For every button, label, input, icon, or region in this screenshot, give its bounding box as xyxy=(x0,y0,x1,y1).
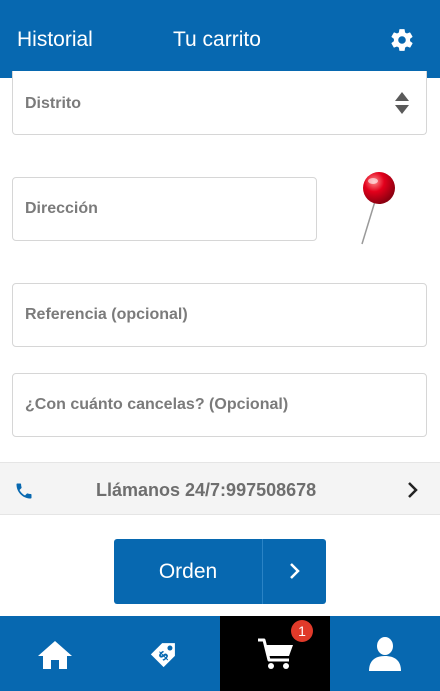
order-button-label: Orden xyxy=(158,560,218,583)
address-field[interactable]: Dirección xyxy=(12,177,317,241)
cash-amount-field[interactable]: ¿Con cuánto cancelas? (Opcional) xyxy=(12,373,427,437)
order-button-divider xyxy=(262,539,263,604)
address-placeholder: Dirección xyxy=(25,200,98,217)
tag-icon: $ xyxy=(150,643,175,668)
chevron-right-icon xyxy=(290,563,300,579)
nav-promotions[interactable]: $ xyxy=(110,616,220,691)
user-icon xyxy=(369,637,401,671)
order-button[interactable]: Orden xyxy=(114,539,326,604)
gear-icon[interactable] xyxy=(389,27,415,53)
district-select[interactable]: Distrito xyxy=(12,71,427,135)
home-icon xyxy=(38,641,72,669)
nav-home[interactable] xyxy=(0,616,110,691)
bottom-nav: $ 1 xyxy=(0,616,440,691)
cart-icon xyxy=(258,638,293,669)
nav-cart[interactable]: 1 xyxy=(220,616,330,691)
district-placeholder: Distrito xyxy=(25,95,81,112)
select-arrows-icon xyxy=(395,92,409,114)
cart-title: Tu carrito xyxy=(173,28,261,51)
cart-count-badge: 1 xyxy=(291,620,313,642)
history-tab[interactable]: Historial xyxy=(17,28,93,52)
cash-amount-placeholder: ¿Con cuánto cancelas? (Opcional) xyxy=(25,396,289,413)
nav-profile[interactable] xyxy=(330,616,440,691)
call-us-text: Llámanos 24/7:997508678 xyxy=(96,480,317,500)
phone-icon xyxy=(16,483,32,499)
reference-field[interactable]: Referencia (opcional) xyxy=(12,283,427,347)
map-pin-icon[interactable] xyxy=(356,170,400,246)
chevron-right-icon xyxy=(408,482,418,498)
reference-placeholder: Referencia (opcional) xyxy=(25,306,188,323)
call-us-bar[interactable]: Llámanos 24/7:997508678 xyxy=(0,462,440,515)
top-bar: Historial Tu carrito xyxy=(0,0,440,78)
